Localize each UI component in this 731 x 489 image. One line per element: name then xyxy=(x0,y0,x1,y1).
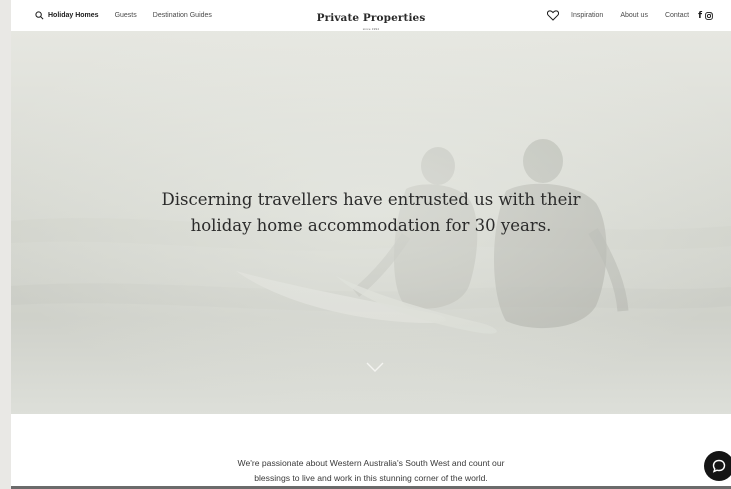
intro-line-2: blessings to live and work in this stunn… xyxy=(254,473,488,483)
hero-section: Discerning travellers have entrusted us … xyxy=(11,31,731,414)
intro-section: We're passionate about Western Australia… xyxy=(11,414,731,489)
nav-inspiration[interactable]: Inspiration xyxy=(571,12,603,19)
nav-destination-guides[interactable]: Destination Guides xyxy=(153,12,212,19)
nav-about-us[interactable]: About us xyxy=(620,12,648,19)
nav-contact[interactable]: Contact xyxy=(665,12,689,19)
hero-heading-line-1: Discerning travellers have entrusted us … xyxy=(161,190,581,209)
nav-left-group: Holiday Homes Guests Destination Guides xyxy=(35,0,228,31)
left-edge-strip xyxy=(0,0,11,489)
nav-holiday-homes[interactable]: Holiday Homes xyxy=(48,12,99,19)
chat-button[interactable] xyxy=(704,451,731,481)
instagram-icon[interactable] xyxy=(705,11,713,20)
page: Holiday Homes Guests Destination Guides … xyxy=(0,0,731,489)
search-icon[interactable] xyxy=(35,11,44,20)
intro-line-1: We're passionate about Western Australia… xyxy=(237,458,505,468)
facebook-icon[interactable]: f xyxy=(698,11,702,21)
hero-heading-line-2: holiday home accommodation for 30 years. xyxy=(190,216,552,235)
brand-name[interactable]: Private Properties xyxy=(317,12,426,24)
nav-right-group: Inspiration About us Contact f xyxy=(547,0,713,31)
chevron-down-icon[interactable] xyxy=(365,360,385,372)
hero-heading: Discerning travellers have entrusted us … xyxy=(11,187,731,239)
nav-guests[interactable]: Guests xyxy=(115,12,137,19)
social-links: f xyxy=(698,11,713,21)
heart-icon[interactable] xyxy=(547,10,560,21)
top-navigation: Holiday Homes Guests Destination Guides … xyxy=(11,0,731,31)
chat-icon xyxy=(712,459,726,473)
intro-paragraph: We're passionate about Western Australia… xyxy=(11,456,731,486)
